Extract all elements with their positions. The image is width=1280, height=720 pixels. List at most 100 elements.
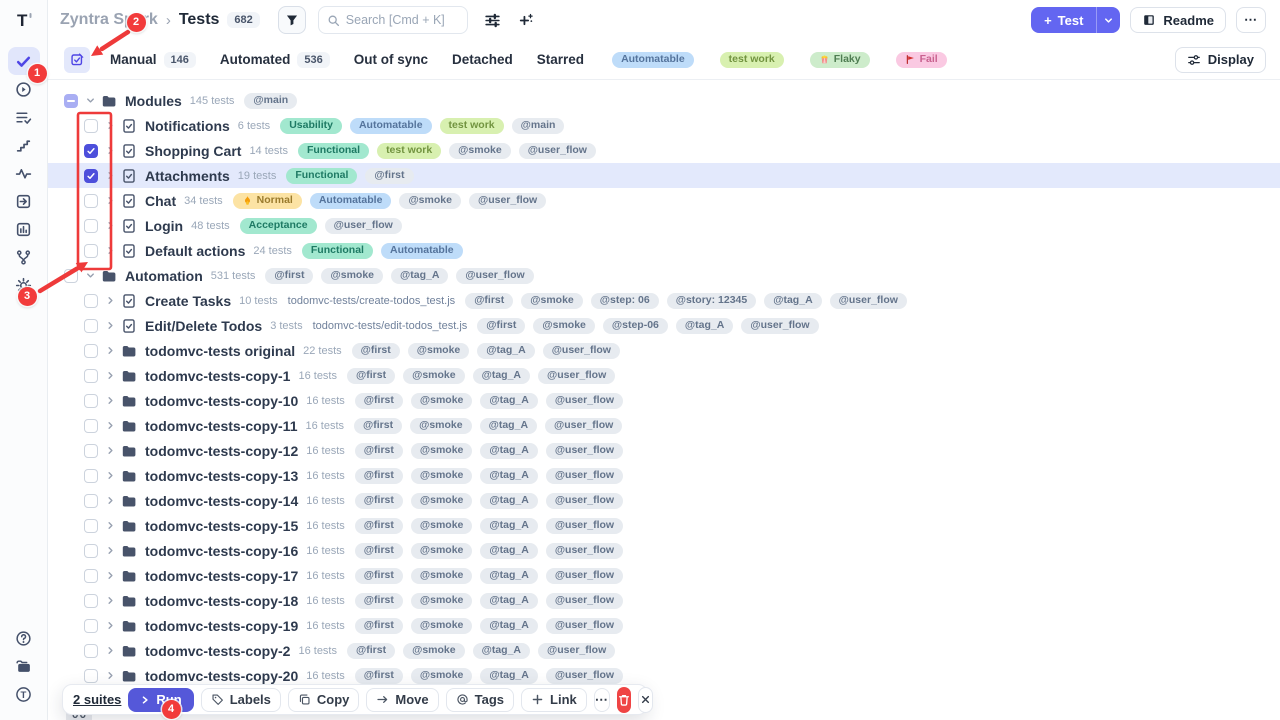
- row-checkbox[interactable]: [84, 244, 98, 258]
- tag-pill[interactable]: @first: [347, 368, 395, 384]
- filter-out-of-sync[interactable]: Out of sync: [354, 52, 428, 67]
- suite-name[interactable]: Attachments: [145, 168, 230, 184]
- tag-pill[interactable]: @user_flow: [546, 393, 623, 409]
- tag-pill[interactable]: @tag_A: [480, 593, 537, 609]
- bulk-edit-button[interactable]: [64, 47, 90, 73]
- app-logo-icon[interactable]: T: [0, 0, 47, 40]
- tree-row[interactable]: todomvc-tests original22 tests@first@smo…: [48, 338, 1280, 363]
- row-checkbox[interactable]: [64, 94, 78, 108]
- tag-pill[interactable]: @user_flow: [538, 643, 615, 659]
- tag-pill[interactable]: @smoke: [411, 393, 473, 409]
- tag-pill[interactable]: @tag_A: [473, 368, 530, 384]
- tag-pill[interactable]: @smoke: [410, 418, 472, 434]
- tag-pill[interactable]: @smoke: [411, 493, 473, 509]
- copy-button[interactable]: Copy: [288, 688, 360, 712]
- tag-pill[interactable]: @user_flow: [830, 293, 907, 309]
- tree-row[interactable]: Modules145 tests@main: [48, 88, 1280, 113]
- tag-pill[interactable]: @first: [355, 393, 403, 409]
- row-checkbox[interactable]: [84, 294, 98, 308]
- row-checkbox[interactable]: [84, 494, 98, 508]
- tag-pill[interactable]: @first: [347, 643, 395, 659]
- suite-name[interactable]: Edit/Delete Todos: [145, 318, 262, 334]
- sidebar-item-projects[interactable]: [8, 652, 40, 680]
- folder-name[interactable]: todomvc-tests-copy-16: [145, 543, 298, 559]
- run-button[interactable]: Run: [128, 688, 193, 712]
- filter-button[interactable]: [278, 6, 306, 34]
- tag-pill[interactable]: @tag_A: [480, 543, 537, 559]
- row-checkbox[interactable]: [84, 194, 98, 208]
- tag-pill[interactable]: @smoke: [321, 268, 383, 284]
- label-pill[interactable]: Functional: [302, 243, 373, 259]
- tree-row[interactable]: todomvc-tests-copy-1316 tests@first@smok…: [48, 463, 1280, 488]
- tag-pill[interactable]: @user_flow: [469, 193, 546, 209]
- tree-row[interactable]: todomvc-tests-copy-116 tests@first@smoke…: [48, 363, 1280, 388]
- label-pill[interactable]: Normal: [233, 193, 302, 209]
- tag-pill[interactable]: @tag_A: [473, 643, 530, 659]
- folder-name[interactable]: Automation: [125, 268, 203, 284]
- tag-pill[interactable]: @smoke: [411, 443, 473, 459]
- new-test-dropdown-button[interactable]: [1096, 7, 1120, 33]
- header-more-button[interactable]: ⋯: [1236, 7, 1266, 33]
- filter-manual[interactable]: Manual146: [110, 52, 196, 68]
- labels-button[interactable]: Labels: [201, 688, 281, 712]
- label-pill-flaky[interactable]: Flaky: [810, 52, 870, 68]
- row-checkbox[interactable]: [84, 669, 98, 683]
- row-checkbox[interactable]: [84, 344, 98, 358]
- tag-pill[interactable]: @main: [244, 93, 297, 109]
- tag-pill[interactable]: @first: [465, 293, 513, 309]
- row-checkbox[interactable]: [84, 569, 98, 583]
- sidebar-item-tests[interactable]: [8, 47, 40, 75]
- tag-pill[interactable]: @user_flow: [546, 543, 623, 559]
- tree-row[interactable]: todomvc-tests-copy-1916 tests@first@smok…: [48, 613, 1280, 638]
- close-selection-button[interactable]: [638, 687, 653, 713]
- label-pill[interactable]: Automatable: [310, 193, 392, 209]
- tag-pill[interactable]: @user_flow: [546, 568, 623, 584]
- tag-pill[interactable]: @user_flow: [543, 343, 620, 359]
- tree-row[interactable]: todomvc-tests-copy-1716 tests@first@smok…: [48, 563, 1280, 588]
- sidebar-item-analytics[interactable]: [8, 215, 40, 243]
- tag-pill[interactable]: @smoke: [449, 143, 511, 159]
- tag-pill[interactable]: @tag_A: [480, 568, 537, 584]
- tag-pill[interactable]: @tag_A: [480, 618, 537, 634]
- chevron-right-icon[interactable]: [103, 169, 117, 183]
- folder-name[interactable]: todomvc-tests-copy-18: [145, 593, 298, 609]
- chevron-right-icon[interactable]: [103, 344, 117, 358]
- suite-name[interactable]: Notifications: [145, 118, 230, 134]
- tree-row[interactable]: todomvc-tests-copy-1616 tests@first@smok…: [48, 538, 1280, 563]
- tag-pill[interactable]: @tag_A: [480, 468, 537, 484]
- tree-row[interactable]: Edit/Delete Todos3 teststodomvc-tests/ed…: [48, 313, 1280, 338]
- row-checkbox[interactable]: [84, 619, 98, 633]
- tree-row[interactable]: todomvc-tests-copy-1016 tests@first@smok…: [48, 388, 1280, 413]
- label-pill[interactable]: Automatable: [381, 243, 463, 259]
- sidebar-item-pulse[interactable]: [8, 159, 40, 187]
- chevron-right-icon[interactable]: [103, 419, 117, 433]
- folder-name[interactable]: todomvc-tests-copy-2: [145, 643, 290, 659]
- tag-pill[interactable]: @smoke: [408, 343, 470, 359]
- tree-row[interactable]: todomvc-tests-copy-1416 tests@first@smok…: [48, 488, 1280, 513]
- row-checkbox[interactable]: [84, 644, 98, 658]
- filter-detached[interactable]: Detached: [452, 52, 513, 67]
- label-pill[interactable]: Functional: [298, 143, 369, 159]
- display-button[interactable]: Display: [1175, 47, 1266, 73]
- selection-count-link[interactable]: 2 suites: [73, 692, 121, 707]
- tag-pill[interactable]: @tag_A: [480, 418, 537, 434]
- label-pill[interactable]: Acceptance: [240, 218, 317, 234]
- folder-name[interactable]: Modules: [125, 93, 182, 109]
- tag-pill[interactable]: @smoke: [403, 643, 465, 659]
- tag-pill[interactable]: @smoke: [521, 293, 583, 309]
- tag-pill[interactable]: @first: [355, 468, 403, 484]
- tree-row[interactable]: Automation531 tests@first@smoke@tag_A@us…: [48, 263, 1280, 288]
- chevron-right-icon[interactable]: [103, 544, 117, 558]
- tag-pill[interactable]: @user_flow: [546, 443, 623, 459]
- chevron-right-icon[interactable]: [103, 144, 117, 158]
- folder-name[interactable]: todomvc-tests-copy-10: [145, 393, 298, 409]
- label-pill[interactable]: Functional: [286, 168, 357, 184]
- tree-row[interactable]: Create Tasks10 teststodomvc-tests/create…: [48, 288, 1280, 313]
- tag-pill[interactable]: @smoke: [411, 668, 473, 684]
- row-checkbox[interactable]: [84, 394, 98, 408]
- folder-name[interactable]: todomvc-tests-copy-17: [145, 568, 298, 584]
- new-test-button[interactable]: + Test: [1031, 7, 1096, 33]
- tag-pill[interactable]: @user_flow: [546, 593, 623, 609]
- suite-name[interactable]: Default actions: [145, 243, 245, 259]
- tag-pill[interactable]: @user_flow: [546, 468, 623, 484]
